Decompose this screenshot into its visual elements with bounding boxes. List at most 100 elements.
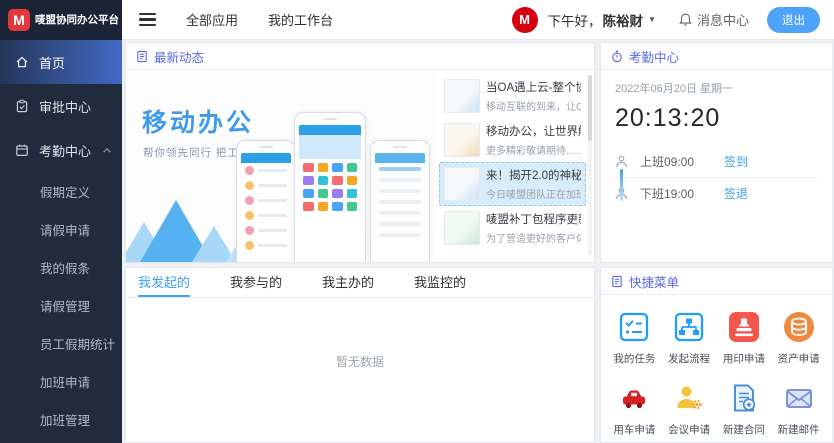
logout-button[interactable]: 退出	[767, 7, 820, 33]
news-banner[interactable]: 移动办公 帮你领先同行 把工作带出办公室	[126, 70, 436, 262]
clipboard-icon	[15, 99, 29, 113]
quick-item-start-workflow[interactable]: 发起流程	[662, 311, 717, 366]
news-desc: 更多精彩敬请期待........	[486, 142, 581, 157]
my-tasks-panel: 我发起的 我参与的 我主办的 我监控的 暂无数据	[125, 267, 595, 443]
news-title: 唛盟补丁包程序更新	[486, 211, 581, 227]
checkin-label: 上班09:00	[640, 153, 710, 170]
quick-item-label: 我的任务	[613, 351, 655, 366]
checkin-link[interactable]: 签到	[724, 153, 748, 170]
sidebar-subitem-leave-request[interactable]: 请假申请	[0, 210, 122, 248]
attendance-panel-title: 考勤中心	[629, 47, 679, 66]
attendance-timeline: 上班09:00 签到 下班19:00 签退	[615, 145, 818, 209]
checkout-row: 下班19:00 签退	[615, 177, 818, 209]
news-title: 移动办公，让世界触手可	[486, 123, 581, 139]
sidebar: 首页 审批中心 考勤中心 假期定义 请假申请 我的假条 请假管理 员工假期统计 …	[0, 40, 122, 443]
sidebar-subitem-my-leave-notes[interactable]: 我的假条	[0, 248, 122, 286]
nav-all-apps[interactable]: 全部应用	[186, 10, 238, 29]
checkout-link[interactable]: 签退	[724, 185, 748, 202]
quick-menu-grid: 我的任务 发起流程 用印申请	[601, 295, 832, 437]
quick-menu-panel: 快捷菜单 我的任务 发起流程	[600, 267, 833, 443]
news-desc: 为了营造更好的客户体验，唛	[486, 230, 581, 245]
sidebar-item-label: 审批中心	[39, 97, 91, 116]
attendance-clock: 20:13:20	[615, 104, 818, 133]
sidebar-subitem-overtime-request[interactable]: 加班申请	[0, 362, 122, 400]
quick-menu-header: 快捷菜单	[601, 268, 832, 295]
quick-item-new-contract[interactable]: 新建合同	[717, 382, 772, 437]
sidebar-item-home[interactable]: 首页	[0, 40, 122, 84]
news-thumbnail	[444, 79, 480, 113]
workflow-icon	[673, 311, 705, 343]
stamp-icon	[728, 311, 760, 343]
quick-item-label: 资产申请	[778, 351, 820, 366]
quick-item-label: 发起流程	[668, 351, 710, 366]
document-icon	[136, 50, 148, 63]
tab-participated-by-me[interactable]: 我参与的	[230, 268, 282, 297]
person-icon	[615, 155, 628, 168]
meeting-person-icon	[673, 382, 705, 414]
phone-mockup-left	[236, 140, 296, 262]
message-center[interactable]: 消息中心	[678, 10, 749, 29]
news-title: 当OA遇上云-整个协同OA	[486, 79, 581, 95]
quick-menu-title: 快捷菜单	[629, 272, 679, 291]
tab-hosted-by-me[interactable]: 我主办的	[322, 268, 374, 297]
news-scrollbar[interactable]	[588, 75, 592, 255]
sidebar-item-attendance-center[interactable]: 考勤中心	[0, 128, 122, 172]
news-item-selected[interactable]: 来！揭开2.0的神秘面纱- 今日唛盟团队正在加班加点，	[439, 162, 586, 206]
envelope-icon	[783, 382, 815, 414]
news-panel-header: 最新动态	[126, 43, 594, 70]
topbar-right: M 下午好，陈裕财 ▼ 消息中心 退出	[512, 7, 834, 33]
quick-item-asset-request[interactable]: 资产申请	[771, 311, 826, 366]
quick-item-label: 会议申请	[668, 422, 710, 437]
banner-illustration	[234, 94, 434, 262]
app-logo: M	[8, 9, 30, 31]
chevron-up-icon	[102, 147, 112, 154]
menu-toggle-icon[interactable]	[135, 9, 160, 31]
sidebar-item-approval-center[interactable]: 审批中心	[0, 84, 122, 128]
user-greeting[interactable]: 下午好，陈裕财 ▼	[548, 10, 656, 30]
quick-item-seal-request[interactable]: 用印申请	[717, 311, 772, 366]
quick-item-label: 用印申请	[723, 351, 765, 366]
phone-mockup-center	[294, 112, 366, 262]
attendance-panel-header: 考勤中心	[601, 43, 832, 70]
news-thumbnail	[444, 211, 480, 245]
quick-item-meeting-request[interactable]: 会议申请	[662, 382, 717, 437]
latest-news-panel: 最新动态 移动办公 帮你领先同行 把工作带出办公室	[125, 42, 595, 263]
sidebar-subitem-leave-management[interactable]: 请假管理	[0, 286, 122, 324]
home-icon	[15, 55, 29, 69]
news-item[interactable]: 唛盟补丁包程序更新 为了营造更好的客户体验，唛	[439, 206, 586, 250]
news-list: 当OA遇上云-整个协同OA 移动互联的到来，让OA与云 移动办公，让世界触手可 …	[436, 70, 594, 262]
sidebar-subitem-employee-holiday-stats[interactable]: 员工假期统计	[0, 324, 122, 362]
bell-icon	[678, 12, 693, 27]
checkout-label: 下班19:00	[640, 185, 710, 202]
news-desc: 今日唛盟团队正在加班加点，	[486, 186, 581, 201]
calendar-icon	[15, 143, 29, 157]
user-avatar[interactable]: M	[512, 7, 538, 33]
caret-down-icon: ▼	[648, 15, 656, 24]
quick-item-new-mail[interactable]: 新建邮件	[771, 382, 826, 437]
task-list-icon	[618, 311, 650, 343]
news-title: 来！揭开2.0的神秘面纱-	[486, 167, 581, 183]
quick-item-vehicle-request[interactable]: 用车申请	[607, 382, 662, 437]
greeting-text: 下午好，	[548, 10, 602, 30]
attendance-panel: 考勤中心 2022年06月20日 星期一 20:13:20 上班09:00 签到…	[600, 42, 833, 263]
sidebar-subitem-overtime-management[interactable]: 加班管理	[0, 400, 122, 438]
car-icon	[618, 382, 650, 414]
news-desc: 移动互联的到来，让OA与云	[486, 98, 581, 113]
news-item[interactable]: 移动办公，让世界触手可 更多精彩敬请期待........	[439, 118, 586, 162]
tab-monitored-by-me[interactable]: 我监控的	[414, 268, 466, 297]
quick-item-label: 用车申请	[613, 422, 655, 437]
attendance-date: 2022年06月20日 星期一	[615, 80, 818, 96]
sidebar-item-label: 考勤中心	[39, 141, 91, 160]
stopwatch-icon	[611, 50, 623, 63]
news-panel-title: 最新动态	[154, 47, 204, 66]
quick-item-my-tasks[interactable]: 我的任务	[607, 311, 662, 366]
sidebar-item-label: 首页	[39, 53, 65, 72]
nav-my-workspace[interactable]: 我的工作台	[268, 10, 333, 29]
asset-database-icon	[783, 311, 815, 343]
tab-initiated-by-me[interactable]: 我发起的	[138, 268, 190, 297]
sidebar-subitem-holiday-definition[interactable]: 假期定义	[0, 172, 122, 210]
empty-state-text: 暂无数据	[126, 298, 594, 370]
timeline-connector	[620, 169, 623, 201]
message-center-label: 消息中心	[697, 10, 749, 29]
news-item[interactable]: 当OA遇上云-整个协同OA 移动互联的到来，让OA与云	[439, 74, 586, 118]
